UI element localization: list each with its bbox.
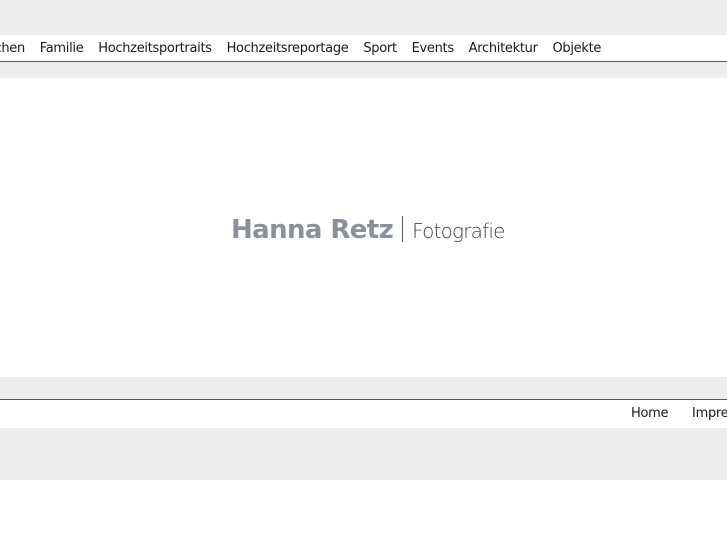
footer-link-impressum[interactable]: Impres: [692, 406, 727, 421]
footer-navigation: Home Impres: [0, 400, 727, 428]
main-navigation: schen Familie Hochzeitsportraits Hochzei…: [0, 35, 727, 62]
site-logo[interactable]: Hanna Retz Fotografie: [231, 212, 505, 245]
sub-nav-band: [0, 62, 727, 78]
footer-items: Home Impres: [631, 406, 727, 421]
nav-item-menschen[interactable]: schen: [0, 41, 25, 56]
logo-subtitle: Fotografie: [412, 219, 505, 243]
nav-item-hochzeitsreportage[interactable]: Hochzeitsreportage: [227, 41, 349, 56]
logo-name: Hanna Retz: [231, 215, 394, 245]
nav-item-hochzeitsportraits[interactable]: Hochzeitsportraits: [98, 41, 212, 56]
nav-item-familie[interactable]: Familie: [40, 41, 84, 56]
nav-items: schen Familie Hochzeitsportraits Hochzei…: [0, 41, 612, 56]
nav-item-architektur[interactable]: Architektur: [469, 41, 538, 56]
top-band: [0, 0, 727, 35]
bottom-band: [0, 428, 727, 480]
bottom-spacer: [0, 480, 727, 545]
logo-divider: [402, 216, 404, 242]
pre-footer-band: [0, 377, 727, 400]
nav-item-events[interactable]: Events: [412, 41, 455, 56]
nav-item-objekte[interactable]: Objekte: [552, 41, 601, 56]
hero-area: Hanna Retz Fotografie: [0, 78, 727, 377]
nav-item-sport[interactable]: Sport: [363, 41, 397, 56]
footer-link-home[interactable]: Home: [631, 406, 669, 421]
